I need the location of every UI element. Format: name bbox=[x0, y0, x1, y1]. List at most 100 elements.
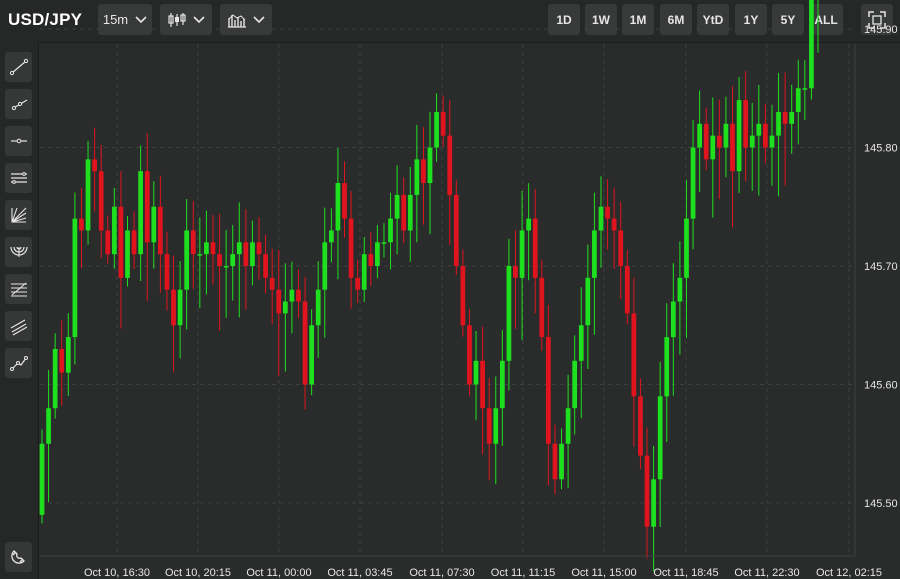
x-tick-label: Oct 11, 03:45 bbox=[327, 567, 392, 579]
candle-up bbox=[526, 218, 532, 231]
candle-up bbox=[749, 135, 755, 148]
candle-up bbox=[250, 242, 255, 266]
candle-up bbox=[289, 289, 295, 302]
candle-down bbox=[217, 254, 222, 266]
y-axis-labels: 145.50145.60145.70145.80145.90146.00146.… bbox=[864, 24, 898, 510]
candle-up bbox=[427, 147, 433, 184]
candle-up bbox=[809, 0, 814, 89]
candle-up bbox=[39, 443, 45, 515]
candle-up bbox=[677, 277, 683, 302]
x-axis-labels: Oct 10, 16:30 Oct 10, 20:15 Oct 11, 00:00 O… bbox=[84, 567, 882, 579]
candle-down bbox=[730, 123, 735, 172]
candle-down bbox=[513, 266, 518, 278]
candle-up bbox=[756, 123, 762, 136]
candle-up bbox=[684, 218, 689, 278]
candle-up bbox=[592, 230, 597, 278]
candle-down bbox=[440, 111, 446, 136]
candle-up bbox=[598, 206, 604, 231]
candle-up bbox=[664, 337, 670, 397]
candle-up bbox=[565, 408, 571, 444]
candle-down bbox=[401, 194, 407, 231]
candle-down bbox=[460, 266, 466, 326]
chart-grid bbox=[40, 28, 852, 556]
candle-down bbox=[79, 218, 84, 231]
candle-up bbox=[204, 242, 209, 255]
candle-up bbox=[309, 325, 314, 385]
candle-up bbox=[434, 111, 439, 148]
x-tick-label: Oct 11, 00:00 bbox=[246, 567, 311, 579]
candle-up bbox=[315, 289, 321, 326]
candle-down bbox=[144, 171, 150, 243]
price-chart[interactable]: 145.50145.60145.70145.80145.90146.00146.… bbox=[0, 0, 900, 579]
candle-down bbox=[348, 218, 354, 278]
candle-up bbox=[236, 242, 242, 255]
candle-down bbox=[447, 135, 453, 195]
candle-up bbox=[282, 301, 288, 314]
candle-up bbox=[65, 337, 71, 373]
candle-up bbox=[795, 88, 801, 112]
candle-down bbox=[164, 254, 170, 290]
candle-down bbox=[552, 443, 558, 480]
candle-down bbox=[703, 123, 709, 160]
candle-down bbox=[624, 266, 630, 314]
candle-up bbox=[506, 266, 512, 361]
candle-up bbox=[651, 479, 656, 527]
candle-up bbox=[572, 360, 578, 409]
candle-up bbox=[499, 360, 505, 409]
candle-down bbox=[302, 301, 308, 385]
candle-down bbox=[782, 111, 788, 124]
candle-up bbox=[493, 408, 499, 444]
candle-up bbox=[789, 111, 795, 124]
candle-down bbox=[118, 206, 124, 278]
candle-up bbox=[657, 396, 663, 480]
x-tick-label: Oct 11, 22:30 bbox=[734, 567, 799, 579]
candle-up bbox=[335, 183, 341, 231]
candle-up bbox=[585, 277, 591, 326]
candle-down bbox=[368, 254, 374, 266]
candle-down bbox=[421, 159, 426, 184]
x-tick-label: Oct 10, 20:15 bbox=[165, 567, 231, 579]
candle-up bbox=[72, 218, 78, 338]
candle-up bbox=[184, 230, 190, 290]
candles-layer bbox=[39, 0, 819, 572]
candle-down bbox=[763, 123, 768, 148]
candle-up bbox=[559, 443, 564, 480]
candle-down bbox=[480, 360, 485, 409]
candle-down bbox=[243, 242, 249, 266]
x-tick-label: Oct 11, 11:15 bbox=[491, 567, 555, 579]
candle-down bbox=[131, 230, 137, 255]
candle-up bbox=[670, 301, 676, 338]
candle-up bbox=[138, 171, 144, 255]
candle-down bbox=[486, 408, 492, 444]
y-tick-label: 145.60 bbox=[864, 380, 898, 392]
candle-up bbox=[407, 194, 413, 231]
candle-down bbox=[210, 242, 216, 255]
candle-up bbox=[125, 230, 130, 278]
x-tick-label: Oct 11, 18:45 bbox=[653, 567, 718, 579]
candle-down bbox=[256, 242, 262, 255]
candle-up bbox=[52, 348, 58, 409]
candle-up bbox=[769, 135, 775, 148]
candle-down bbox=[296, 289, 301, 302]
candle-down bbox=[644, 455, 650, 527]
candle-down bbox=[638, 396, 643, 456]
candle-down bbox=[453, 194, 459, 266]
candle-up bbox=[414, 159, 420, 195]
candle-down bbox=[716, 135, 722, 148]
candle-up bbox=[223, 266, 229, 268]
candle-down bbox=[605, 206, 610, 219]
y-tick-label: 145.80 bbox=[864, 143, 898, 155]
x-tick-label: Oct 11, 07:30 bbox=[409, 567, 474, 579]
candle-up bbox=[776, 111, 781, 136]
candle-down bbox=[59, 348, 65, 373]
candle-up bbox=[697, 123, 702, 148]
candle-down bbox=[276, 289, 282, 314]
candle-down bbox=[631, 313, 637, 397]
candle-up bbox=[111, 206, 117, 255]
candle-down bbox=[743, 100, 749, 148]
candle-up bbox=[230, 254, 236, 266]
candle-up bbox=[328, 230, 334, 243]
candle-down bbox=[355, 277, 361, 290]
candle-up bbox=[46, 408, 51, 444]
candle-up bbox=[802, 88, 808, 90]
